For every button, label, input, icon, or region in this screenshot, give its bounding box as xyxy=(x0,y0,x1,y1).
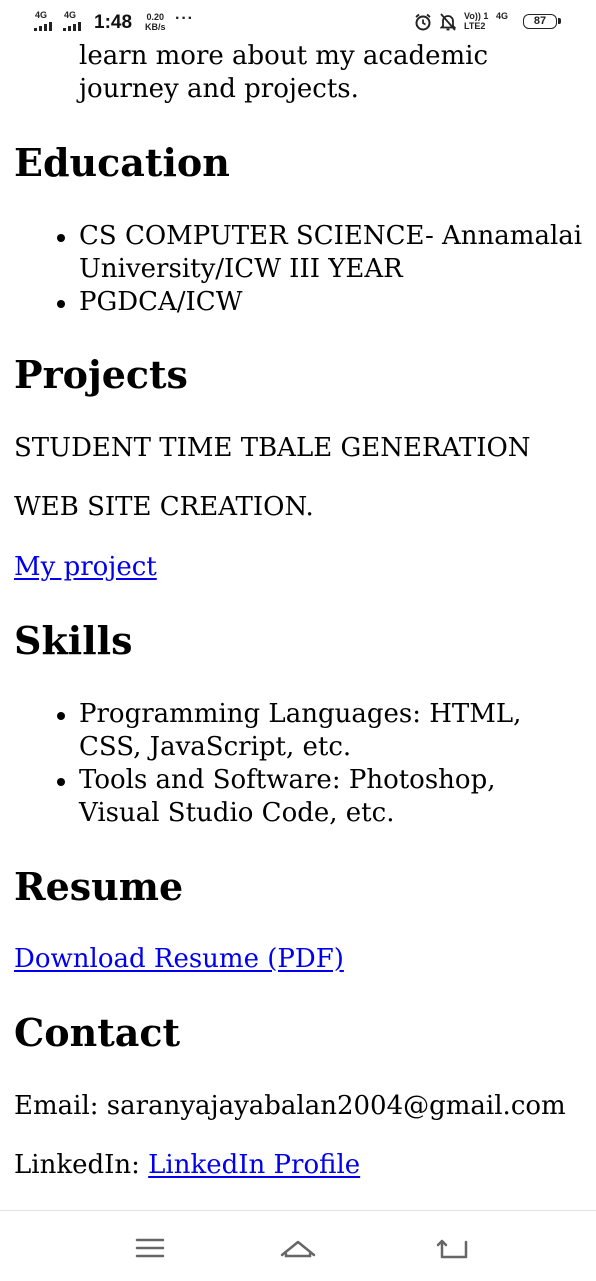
download-resume-link[interactable]: Download Resume (PDF) xyxy=(14,944,344,974)
project-item: WEB SITE CREATION. xyxy=(14,492,314,522)
education-item-line: CS COMPUTER SCIENCE- Annamalai xyxy=(79,221,583,251)
volte-label: Vo)) 1 xyxy=(464,11,489,21)
sim2-network-label: 4G xyxy=(64,10,77,20)
skills-item-line: Tools and Software: Photoshop, xyxy=(79,765,496,795)
network-speed: 0.20 KB/s xyxy=(145,12,166,32)
my-project-row: My project xyxy=(14,551,157,583)
my-project-link[interactable]: My project xyxy=(14,552,157,582)
list-item: Programming Languages: HTML, CSS, JavaSc… xyxy=(0,698,521,764)
list-item: Tools and Software: Photoshop, Visual St… xyxy=(0,764,521,830)
list-item: PGDCA/ICW xyxy=(0,286,582,319)
linkedin-label: LinkedIn: xyxy=(14,1150,149,1180)
skills-item-line: Programming Languages: HTML, xyxy=(79,699,522,729)
intro-text: learn more about my academic journey and… xyxy=(79,40,488,106)
speed-unit: KB/s xyxy=(145,22,166,32)
navigation-bar xyxy=(0,1210,596,1281)
status-time: 1:48 xyxy=(94,12,133,33)
volte-indicator: Vo)) 1 LTE2 xyxy=(464,11,488,31)
linkedin-profile-link[interactable]: LinkedIn Profile xyxy=(148,1150,360,1180)
network-type-label: 4G xyxy=(496,11,509,21)
contact-heading: Contact xyxy=(14,1010,181,1055)
intro-line-1: learn more about my academic xyxy=(79,41,489,71)
resume-heading: Resume xyxy=(14,864,184,909)
battery-icon: 87 xyxy=(523,14,561,29)
education-item-line: PGDCA/ICW xyxy=(79,287,243,317)
skills-item-line: CSS, JavaScript, etc. xyxy=(79,732,352,762)
resume-row: Download Resume (PDF) xyxy=(14,943,344,975)
recent-apps-button[interactable] xyxy=(130,1229,170,1269)
list-item: CS COMPUTER SCIENCE- Annamalai Universit… xyxy=(0,220,582,286)
home-button[interactable] xyxy=(278,1229,318,1269)
linkedin-row: LinkedIn: LinkedIn Profile xyxy=(14,1149,360,1181)
sim1-network-label: 4G xyxy=(35,10,48,20)
home-icon xyxy=(280,1240,316,1258)
back-button[interactable] xyxy=(434,1229,474,1269)
mute-icon xyxy=(440,13,456,31)
alarm-icon xyxy=(415,13,431,31)
email-value: saranyajayabalan2004@gmail.com xyxy=(106,1091,566,1121)
back-icon xyxy=(436,1239,468,1259)
education-list: CS COMPUTER SCIENCE- Annamalai Universit… xyxy=(0,220,582,319)
menu-icon xyxy=(135,1238,165,1258)
speed-value: 0.20 xyxy=(146,12,165,22)
education-heading: Education xyxy=(14,140,230,185)
skills-heading: Skills xyxy=(14,618,133,663)
lte2-label: LTE2 xyxy=(464,21,486,31)
status-bar: 4G 4G 1:48 0.20 KB/s ··· Vo)) 1 LTE2 4G … xyxy=(0,0,596,42)
intro-line-2: journey and projects. xyxy=(79,74,359,104)
more-notifications-icon: ··· xyxy=(175,10,194,27)
email-row: Email: saranyajayabalan2004@gmail.com xyxy=(14,1090,566,1122)
project-item: STUDENT TIME TBALE GENERATION xyxy=(14,433,531,463)
projects-heading: Projects xyxy=(14,352,188,397)
email-label: Email: xyxy=(14,1091,107,1121)
education-item-line: University/ICW III YEAR xyxy=(79,254,403,284)
skills-list: Programming Languages: HTML, CSS, JavaSc… xyxy=(0,698,521,830)
skills-item-line: Visual Studio Code, etc. xyxy=(79,798,395,828)
battery-level: 87 xyxy=(533,15,547,27)
